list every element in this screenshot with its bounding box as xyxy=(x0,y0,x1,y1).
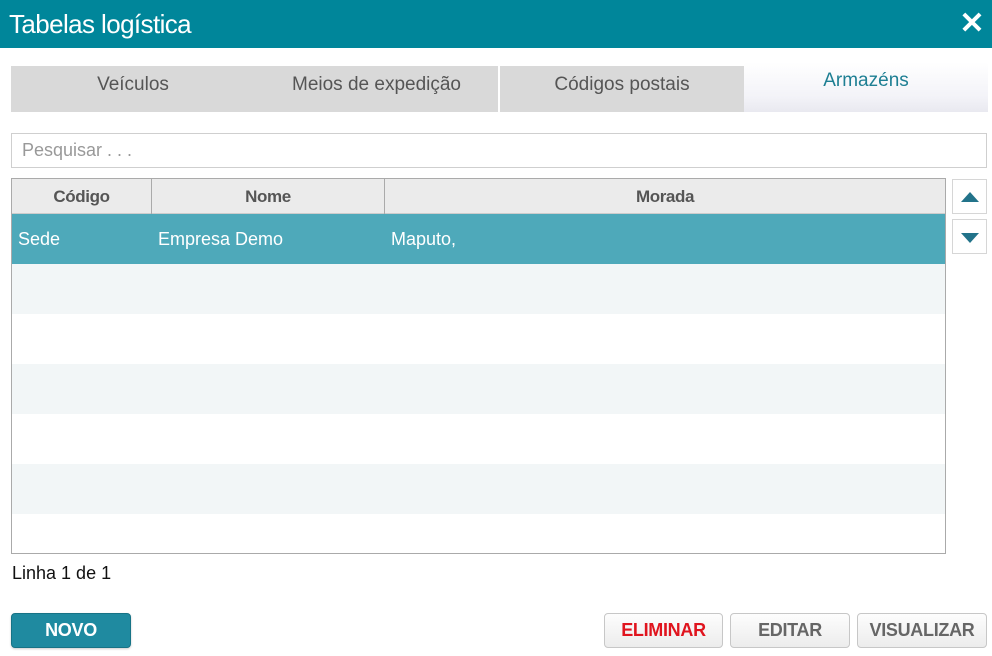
tab-codigos-postais[interactable]: Códigos postais xyxy=(500,66,744,112)
triangle-up-icon xyxy=(961,192,979,202)
tab-meios-de-expedicao[interactable]: Meios de expedição xyxy=(255,66,499,112)
tab-bar: Veículos Meios de expedição Códigos post… xyxy=(11,62,988,112)
cell-nome: Empresa Demo xyxy=(158,229,284,249)
cell-codigo: Sede xyxy=(18,229,61,249)
move-up-button[interactable] xyxy=(952,179,987,214)
empty-row xyxy=(12,464,945,514)
cell-morada: Maputo, xyxy=(391,229,457,249)
empty-row xyxy=(12,514,945,553)
window-title: Tabelas logística xyxy=(9,9,192,39)
window-titlebar: Tabelas logística ✕ xyxy=(0,0,992,48)
empty-row xyxy=(12,364,945,414)
new-button[interactable]: NOVO xyxy=(11,613,131,648)
warehouses-table: Código Nome Morada Sede Empresa Demo Map… xyxy=(11,178,946,554)
empty-row xyxy=(12,314,945,364)
close-icon[interactable]: ✕ xyxy=(958,9,986,39)
empty-row xyxy=(12,264,945,314)
view-button[interactable]: VISUALIZAR xyxy=(857,613,987,648)
move-down-button[interactable] xyxy=(952,219,987,254)
tab-armazens[interactable]: Armazéns xyxy=(744,62,988,112)
row-count-status: Linha 1 de 1 xyxy=(12,563,112,583)
table-header: Código Nome Morada xyxy=(12,179,945,214)
table-row[interactable]: Sede Empresa Demo Maputo, xyxy=(12,214,945,264)
column-header-nome[interactable]: Nome xyxy=(152,179,385,214)
triangle-down-icon xyxy=(961,233,979,243)
table-body: Sede Empresa Demo Maputo, xyxy=(12,214,945,553)
edit-button[interactable]: EDITAR xyxy=(730,613,850,648)
column-header-morada[interactable]: Morada xyxy=(385,179,945,214)
delete-button[interactable]: ELIMINAR xyxy=(604,613,723,648)
empty-row xyxy=(12,414,945,464)
column-header-codigo[interactable]: Código xyxy=(12,179,152,214)
tab-veiculos[interactable]: Veículos xyxy=(11,66,255,112)
search-input[interactable] xyxy=(11,133,987,168)
